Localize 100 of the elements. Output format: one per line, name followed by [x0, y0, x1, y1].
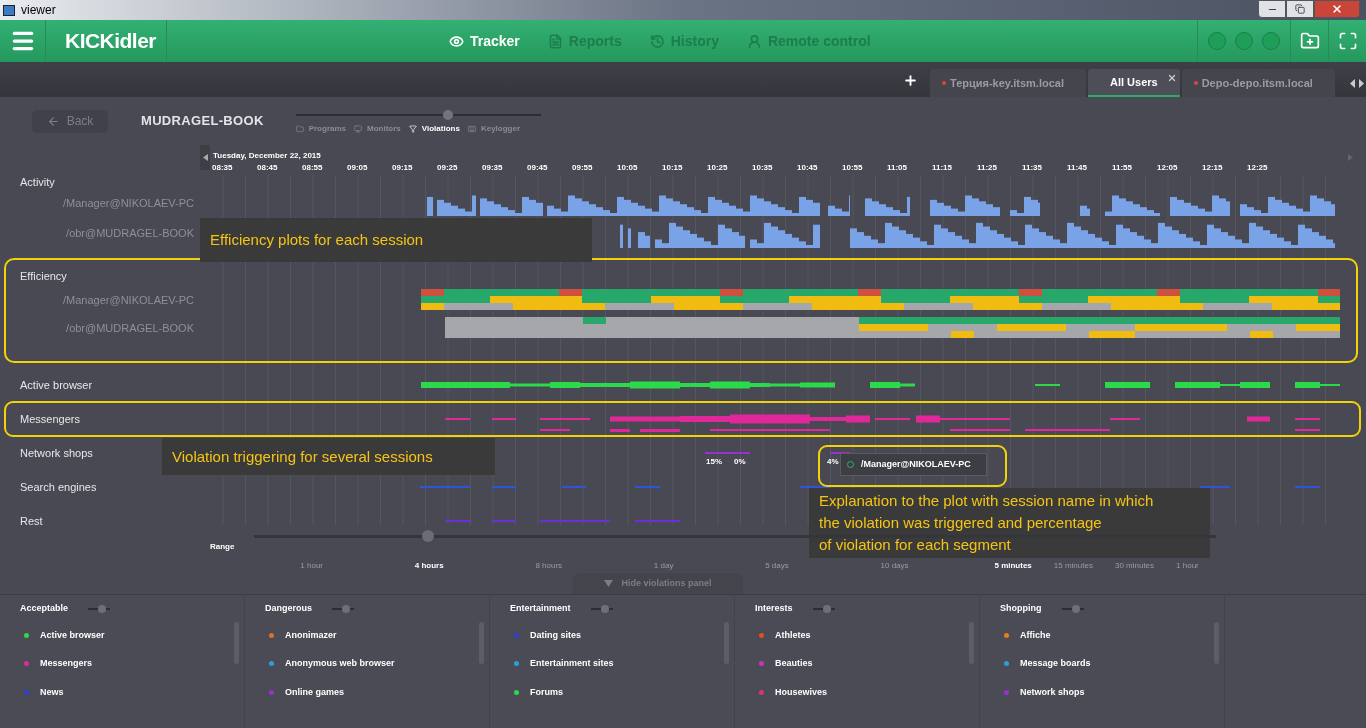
close-icon[interactable]: [1331, 3, 1343, 15]
time-tick: 08:45: [257, 162, 278, 174]
maximize-button[interactable]: [1286, 0, 1314, 18]
time-tick: 12:15: [1202, 162, 1223, 174]
category-toggle[interactable]: [1061, 604, 1084, 613]
category-title: Entertainment: [510, 602, 571, 615]
category-item[interactable]: Dating sites: [530, 628, 581, 642]
minimize-button[interactable]: [1258, 0, 1286, 18]
time-tick: 11:55: [1112, 162, 1133, 174]
time-tick: 11:15: [932, 162, 953, 174]
category-item[interactable]: Messengers: [40, 657, 93, 671]
time-tick: 12:25: [1247, 162, 1268, 174]
time-tick: 09:05: [347, 162, 368, 174]
category-item[interactable]: Forums: [530, 685, 563, 699]
tooltip-session: /Manager@NIKOLAEV-PC: [861, 457, 971, 471]
app-icon: [3, 4, 15, 16]
row-label: Messengers: [20, 411, 80, 427]
category-title: Dangerous: [265, 602, 312, 615]
session-label: /obr@MUDRAGEL-BOOK: [66, 320, 194, 336]
time-tick: 09:15: [392, 162, 413, 174]
folder-icon: [295, 125, 304, 133]
segment-percent: 15%: [706, 456, 722, 468]
category-toggle[interactable]: [812, 604, 835, 613]
status-light: [1235, 32, 1253, 50]
annotation-note: Violation triggering for several sessions: [162, 438, 495, 475]
category-item[interactable]: Active browser: [40, 628, 105, 642]
monitor-icon: [354, 125, 363, 133]
row-label: Search engines: [20, 479, 97, 495]
time-tick: 11:35: [1022, 162, 1043, 174]
segment-percent: 4%: [827, 456, 839, 468]
category-title: Interests: [755, 602, 793, 615]
annotation-note: Efficiency plots for each session: [200, 218, 592, 262]
eye-icon: [449, 33, 464, 49]
time-tick: 10:35: [752, 162, 773, 174]
timeline-date: Tuesday, December 22, 2015: [213, 150, 321, 162]
range-option[interactable]: 4 hours: [414, 560, 444, 572]
category-toggle[interactable]: [88, 604, 111, 613]
category-item[interactable]: Message boards: [1020, 657, 1091, 671]
close-tab-icon: [1166, 73, 1177, 83]
range-label: Range: [210, 541, 235, 553]
row-label: Network shops: [20, 445, 93, 461]
time-tick: 10:55: [842, 162, 863, 174]
row-label: Efficiency: [20, 268, 67, 284]
category-toggle[interactable]: [590, 604, 613, 613]
row-label: Rest: [20, 513, 43, 525]
time-tick: 08:55: [302, 162, 323, 174]
time-tick: 11:25: [977, 162, 998, 174]
keyboard-icon: [467, 125, 476, 133]
view-slider[interactable]: [295, 110, 541, 120]
category-item[interactable]: Online games: [285, 685, 345, 699]
window-title: viewer: [21, 2, 56, 19]
segment-percent: 0%: [734, 456, 746, 468]
session-label: /Manager@NIKOLAEV-PC: [63, 292, 194, 308]
fullscreen-icon[interactable]: [1337, 31, 1358, 51]
category-item[interactable]: Housewives: [775, 685, 828, 699]
close-button[interactable]: [1314, 0, 1360, 18]
session-label: /obr@MUDRAGEL-BOOK: [66, 225, 194, 241]
category-toggle[interactable]: [332, 604, 354, 613]
category-item[interactable]: Entertainment sites: [530, 657, 614, 671]
time-tick: 09:45: [527, 162, 548, 174]
tab-scroll-arrows-icon[interactable]: [1350, 79, 1364, 88]
time-tick: 10:45: [797, 162, 818, 174]
view-mode-option[interactable]: Violations: [408, 123, 460, 135]
device-name: MUDRAGEL-BOOK: [141, 112, 264, 131]
row-label: Active browser: [20, 377, 93, 393]
step-option[interactable]: 5 minutes: [994, 560, 1032, 572]
category-item[interactable]: Network shops: [1020, 685, 1085, 699]
category-title: Shopping: [1000, 602, 1042, 615]
time-tick: 09:55: [572, 162, 593, 174]
session-label: /Manager@NIKOLAEV-PC: [63, 196, 194, 212]
time-tick: 10:05: [617, 162, 638, 174]
status-light: [1208, 32, 1226, 50]
category-item[interactable]: News: [40, 685, 64, 699]
row-label: Activity: [20, 175, 55, 191]
time-tick: 10:15: [662, 162, 683, 174]
filter-icon: [408, 125, 417, 133]
restore-icon[interactable]: [1295, 4, 1305, 14]
time-tick: 09:35: [482, 162, 503, 174]
folder-plus-icon[interactable]: [1299, 31, 1320, 51]
arrow-left-icon[interactable]: [46, 114, 60, 128]
time-tick: 11:45: [1067, 162, 1088, 174]
time-tick: 11:05: [887, 162, 908, 174]
time-tick: 09:25: [437, 162, 458, 174]
down-triangle-icon: [604, 580, 614, 587]
time-tick: 10:25: [707, 162, 728, 174]
category-item[interactable]: Athletes: [775, 628, 811, 642]
person-icon: [746, 33, 762, 49]
time-tick: 08:35: [212, 162, 233, 174]
time-tick: 12:05: [1157, 162, 1178, 174]
category-item[interactable]: Anonimazer: [285, 628, 337, 642]
category-title: Acceptable: [20, 602, 69, 615]
document-icon: [547, 33, 563, 49]
category-item[interactable]: Affiche: [1020, 628, 1051, 642]
slider-thumb[interactable]: [442, 110, 453, 120]
session-tab[interactable]: All Users: [1087, 69, 1180, 97]
app-logo: KICKidler: [65, 28, 156, 55]
slider-thumb[interactable]: [421, 530, 434, 542]
category-item[interactable]: Anonymous web browser: [285, 657, 395, 671]
annotation-note: Explanation to the plot with session name in which the violation was triggered and percentage of violation for each segment: [809, 488, 1210, 558]
category-item[interactable]: Beauties: [775, 657, 813, 671]
